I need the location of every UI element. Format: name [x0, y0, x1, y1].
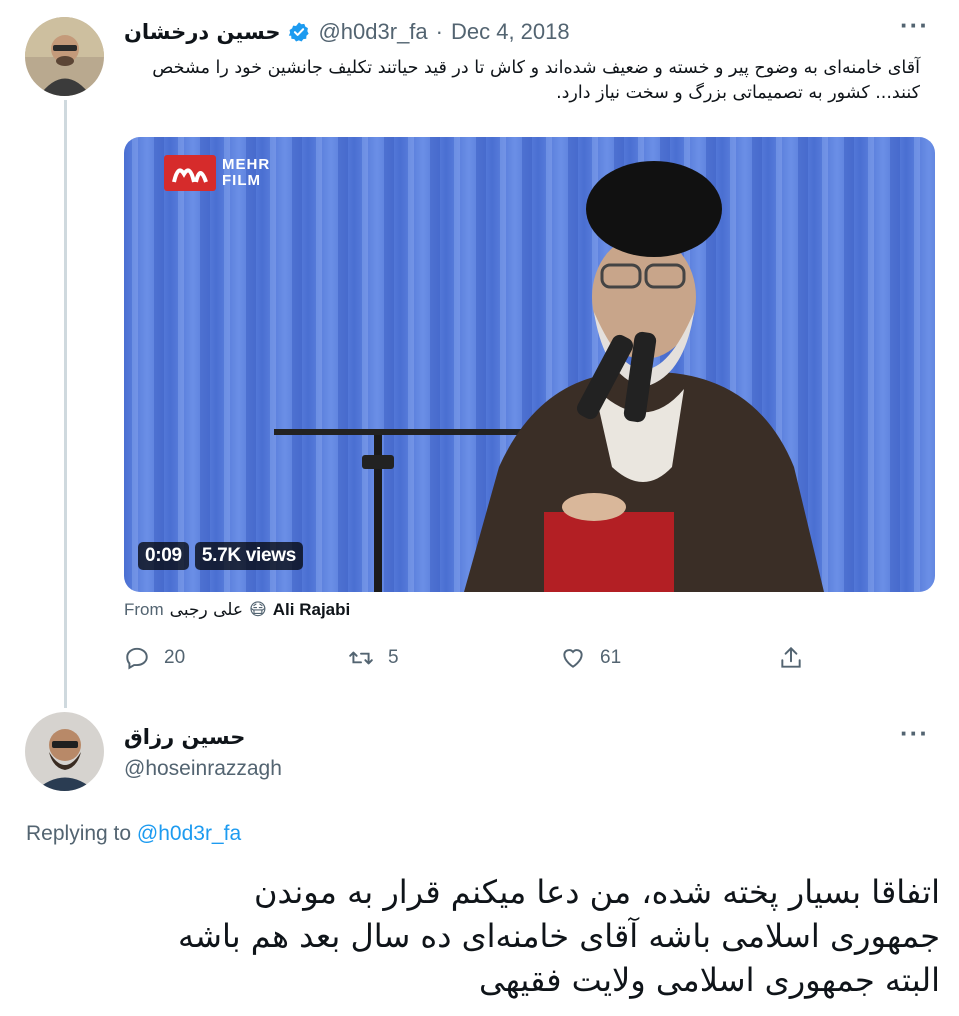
- reply-author-name[interactable]: حسین رزاق: [124, 725, 282, 755]
- author-name[interactable]: حسین درخشان: [124, 20, 280, 44]
- watermark-line2: FILM: [222, 172, 261, 189]
- from-emoji: 😷: [249, 600, 267, 619]
- mehr-film-logo: MEHR FILM: [164, 155, 270, 191]
- thread-connector-line: [64, 100, 67, 708]
- reply-icon: [126, 647, 148, 670]
- tweet-text: آقای خامنه‌ای به وضوح پیر و خسته و ضعیف …: [152, 58, 920, 103]
- replying-to-handle[interactable]: @h0d3r_fa: [137, 822, 241, 845]
- video-views: 5.7K views: [194, 542, 303, 570]
- replying-to: Replying to @h0d3r_fa: [26, 822, 241, 846]
- retweet-count: 5: [388, 647, 399, 668]
- reply-header: حسین رزاق @hoseinrazzagh: [124, 725, 282, 781]
- mehr-logo-icon: [164, 155, 216, 191]
- like-button[interactable]: 61: [560, 645, 621, 671]
- like-count: 61: [600, 647, 622, 668]
- verified-badge-icon: [288, 21, 310, 43]
- reply-author-avatar[interactable]: [25, 712, 104, 791]
- share-icon: [781, 646, 801, 668]
- reply-more-options-icon[interactable]: ···: [900, 720, 929, 746]
- retweet-button[interactable]: 5: [348, 645, 399, 671]
- watermark-line1: MEHR: [222, 156, 271, 173]
- from-name-en[interactable]: Ali Rajabi: [273, 600, 350, 620]
- replying-to-label: Replying to: [26, 822, 132, 845]
- video-duration: 0:09: [138, 542, 189, 570]
- reply-button[interactable]: 20: [124, 645, 185, 671]
- tweet-date[interactable]: Dec 4, 2018: [451, 19, 570, 45]
- tweet-actions: 20 5 61: [124, 645, 824, 679]
- video-player[interactable]: MEHR FILM 0:09 5.7K views: [124, 137, 935, 592]
- from-label: From: [124, 600, 164, 619]
- from-name-fa[interactable]: علی رجبی: [170, 600, 243, 620]
- reply-text: اتفاقا بسیار پخته شده، من دعا میکنم قرار…: [177, 873, 940, 999]
- separator-dot: ·: [435, 19, 443, 44]
- share-button[interactable]: [778, 645, 804, 671]
- more-options-icon[interactable]: ···: [900, 12, 929, 38]
- heart-icon: [563, 649, 583, 668]
- retweet-icon: [349, 651, 373, 665]
- video-attribution: From علی رجبی 😷 Ali Rajabi: [124, 600, 350, 620]
- reply-author-handle[interactable]: @hoseinrazzagh: [124, 757, 282, 781]
- author-handle[interactable]: @h0d3r_fa: [318, 19, 427, 45]
- author-avatar[interactable]: [25, 17, 104, 96]
- tweet-header: حسین درخشان @h0d3r_fa · Dec 4, 2018: [124, 15, 570, 49]
- reply-count: 20: [164, 647, 186, 668]
